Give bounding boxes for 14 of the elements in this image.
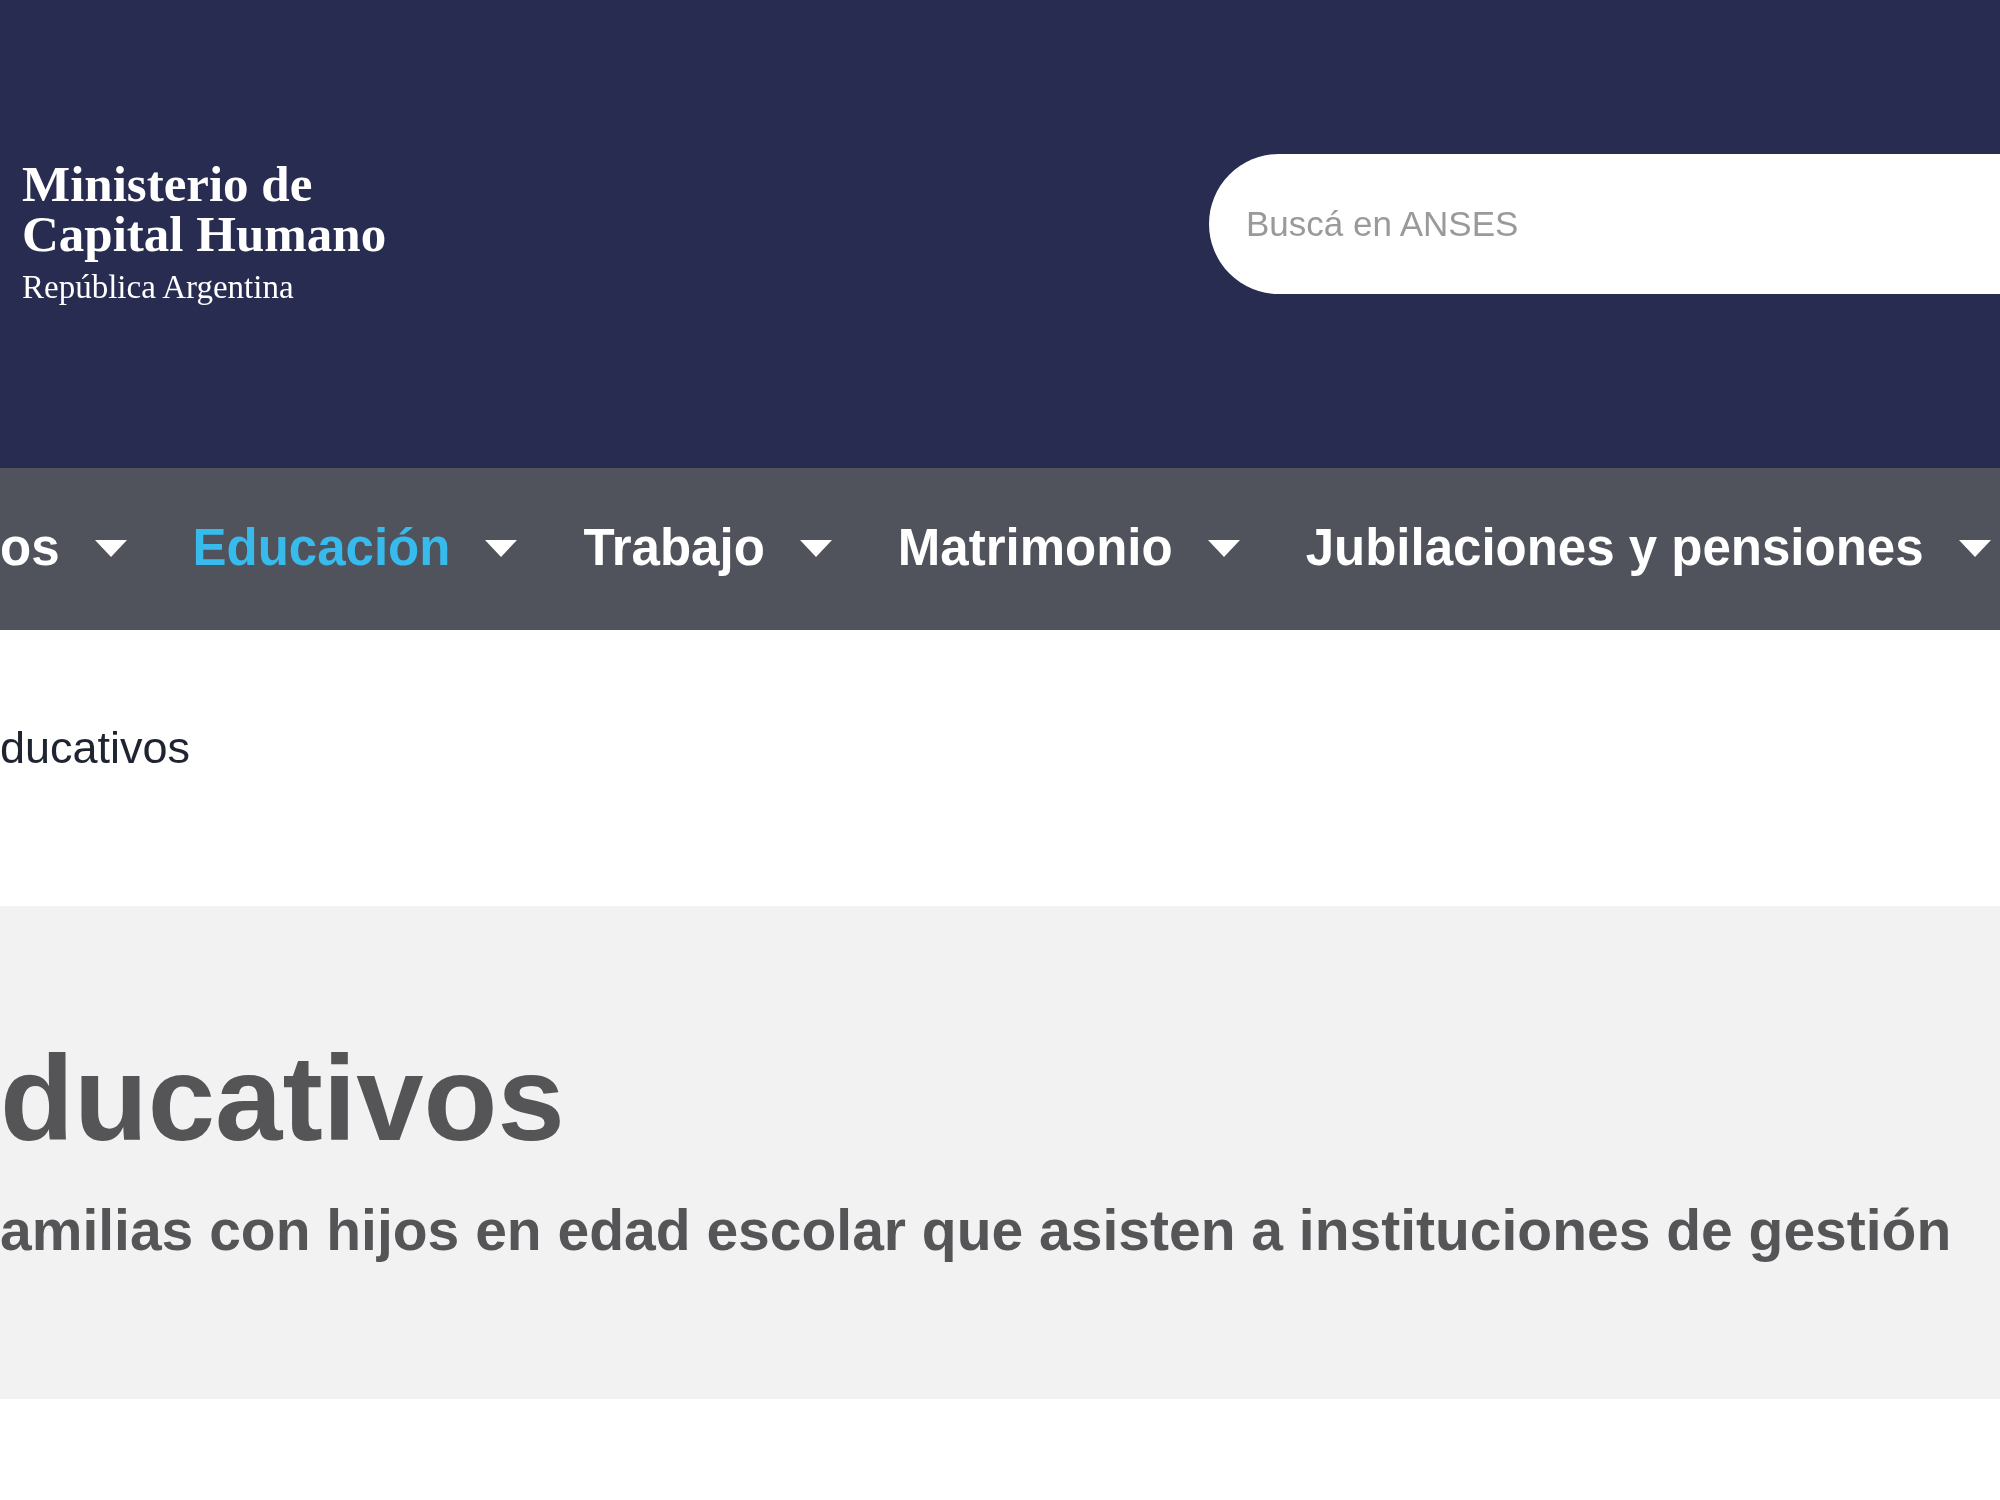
page-title: ducativos <box>0 1034 566 1162</box>
nav-menu-item[interactable]: Jubilaciones y pensiones <box>1305 517 1991 579</box>
search-field[interactable]: Buscá en ANSES <box>1209 154 2000 294</box>
caret-icon <box>1958 539 1991 557</box>
caret-icon <box>799 539 832 557</box>
ministry-subtitle: República Argentina <box>22 269 295 305</box>
page-subtitle: amilias con hijos en edad escolar que asisten a instituciones de gestión <box>0 1198 1953 1262</box>
caret-icon <box>1207 539 1240 557</box>
caret-icon <box>94 539 127 557</box>
caret-icon <box>485 539 518 557</box>
nav-menu-item[interactable]: Trabajo <box>583 517 832 579</box>
breadcrumb-current: ducativos <box>0 722 191 774</box>
nav-menu-item[interactable]: Matrimonio <box>897 517 1240 579</box>
nav-menu-item[interactable]: os <box>0 517 127 579</box>
